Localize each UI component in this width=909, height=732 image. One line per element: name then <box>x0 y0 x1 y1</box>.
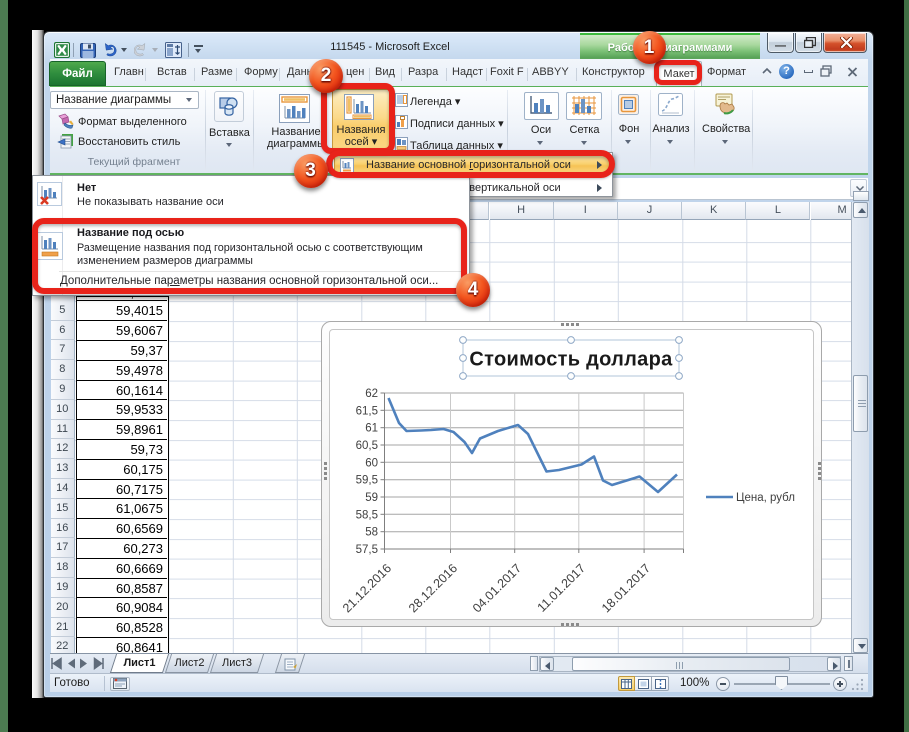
svg-text:61,5: 61,5 <box>356 405 378 417</box>
svg-text:58: 58 <box>365 527 378 539</box>
svg-text:21.12.2016: 21.12.2016 <box>340 561 394 615</box>
svg-text:Стоимость доллара: Стоимость доллара <box>469 349 673 371</box>
svg-text:60: 60 <box>365 457 378 469</box>
svg-text:28.12.2016: 28.12.2016 <box>406 561 460 615</box>
svg-text:61: 61 <box>365 423 378 435</box>
svg-text:57,5: 57,5 <box>356 544 378 556</box>
svg-text:62: 62 <box>365 388 378 400</box>
svg-text:Цена, рубл: Цена, рубл <box>736 492 795 504</box>
svg-text:11.01.2017: 11.01.2017 <box>535 561 589 615</box>
svg-text:60,5: 60,5 <box>356 440 378 452</box>
svg-text:58,5: 58,5 <box>356 509 378 521</box>
svg-text:59: 59 <box>365 492 378 504</box>
svg-text:18.01.2017: 18.01.2017 <box>599 561 653 615</box>
svg-text:04.01.2017: 04.01.2017 <box>470 561 524 615</box>
svg-text:59,5: 59,5 <box>356 475 378 487</box>
